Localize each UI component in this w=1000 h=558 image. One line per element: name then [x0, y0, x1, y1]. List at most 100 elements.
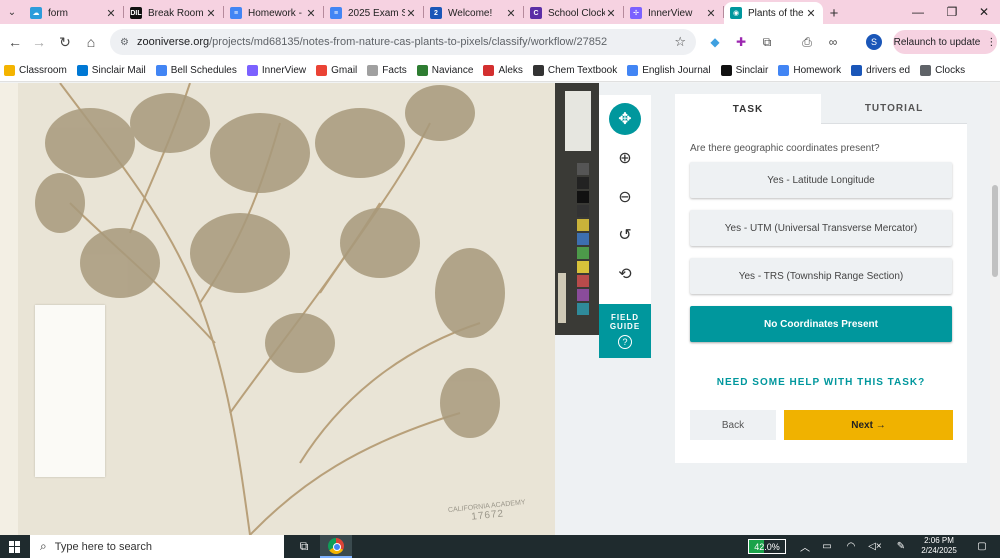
print-icon[interactable]: ⎙ [798, 33, 816, 51]
bookmark-item[interactable]: Naviance [416, 65, 473, 76]
tab-favicon-icon: ≡ [330, 7, 342, 19]
reload-icon[interactable]: ↻ [52, 29, 78, 55]
home-icon[interactable]: ⌂ [78, 29, 104, 55]
answer-trs-button[interactable]: Yes - TRS (Township Range Section) [690, 258, 952, 294]
extension-diamond-icon[interactable]: ◆ [706, 33, 724, 51]
scrollbar-thumb[interactable] [992, 185, 998, 277]
tab-search-chevron-icon[interactable]: ⌄ [0, 0, 24, 24]
task-view-icon[interactable]: ⧉ [288, 535, 320, 558]
tab-task[interactable]: TASK [675, 94, 821, 124]
tab-title: 2025 Exam S [348, 7, 405, 19]
tab-close-icon[interactable]: ✕ [605, 7, 617, 20]
back-button[interactable]: Back [690, 410, 776, 440]
bookmark-item[interactable]: Homework [778, 65, 841, 76]
bookmark-item[interactable]: Gmail [316, 65, 357, 76]
back-arrow-icon[interactable]: ← [2, 29, 28, 55]
bookmark-item[interactable]: drivers ed [851, 65, 910, 76]
forward-arrow-icon[interactable]: → [26, 29, 52, 55]
bookmark-label: Sinclair [735, 65, 769, 76]
task-help-link[interactable]: NEED SOME HELP WITH THIS TASK? [675, 377, 967, 388]
browser-tab[interactable]: ≡ Homework - ✕ [224, 2, 323, 24]
tab-favicon-icon: C [530, 7, 542, 19]
link-icon[interactable]: ∞ [824, 33, 842, 51]
bookmark-item[interactable]: Aleks [483, 65, 523, 76]
notifications-icon[interactable]: ▢ [970, 535, 994, 558]
tab-title: Plants of the [748, 7, 804, 19]
volume-icon[interactable]: ◁× [866, 535, 884, 558]
bookmark-label: Sinclair Mail [91, 65, 146, 76]
browser-tab[interactable]: DIL Break Room ✕ [124, 2, 223, 24]
bookmark-item[interactable]: Facts [367, 65, 407, 76]
url-text[interactable]: zooniverse.org/projects/md68135/notes-fr… [137, 36, 674, 48]
extensions-puzzle-icon[interactable]: ⧉ [758, 33, 776, 51]
bookmark-label: English Journal [642, 65, 711, 76]
page-scrollbar[interactable] [990, 83, 1000, 535]
relaunch-to-update-button[interactable]: Relaunch to update ⋮ [893, 30, 997, 54]
specimen-image[interactable]: CALIFORNIA ACADEMY 17672 [0, 83, 555, 535]
bookmark-favicon-icon [778, 65, 790, 76]
bookmark-star-icon[interactable]: ☆ [674, 34, 686, 50]
bookmark-favicon-icon [920, 65, 932, 76]
field-guide-button[interactable]: FIELD GUIDE ? [599, 304, 651, 358]
answer-no-coordinates-button[interactable]: No Coordinates Present [690, 306, 952, 342]
bookmark-item[interactable]: English Journal [627, 65, 711, 76]
bookmark-favicon-icon [532, 65, 544, 76]
bookmark-item[interactable]: InnerView [246, 65, 306, 76]
battery-indicator[interactable]: 42.0% [748, 539, 786, 554]
tab-close-icon[interactable]: ✕ [205, 7, 217, 20]
answer-utm-button[interactable]: Yes - UTM (Universal Transverse Mercator… [690, 210, 952, 246]
tab-close-icon[interactable]: ✕ [505, 7, 517, 20]
bookmark-favicon-icon [416, 65, 428, 76]
browser-tab[interactable]: ✢ InnerView ✕ [624, 2, 723, 24]
bookmark-favicon-icon [720, 65, 732, 76]
pen-icon[interactable]: ✎ [892, 535, 910, 558]
bookmark-item[interactable]: Chem Textbook [532, 65, 617, 76]
browser-tab[interactable]: ≡ 2025 Exam S ✕ [324, 2, 423, 24]
system-clock[interactable]: 2:06 PM 2/24/2025 [912, 536, 966, 556]
tab-close-icon[interactable]: ✕ [305, 7, 317, 20]
new-tab-button[interactable]: + [823, 2, 845, 24]
rotate-icon[interactable]: ↺ [609, 219, 641, 251]
bookmark-item[interactable]: Bell Schedules [155, 65, 237, 76]
browser-tab[interactable]: 2 Welcome! ✕ [424, 2, 523, 24]
zoom-in-icon[interactable]: ⊕ [609, 142, 641, 174]
bookmark-item[interactable]: Sinclair Mail [76, 65, 146, 76]
tab-close-icon[interactable]: ✕ [105, 7, 117, 20]
move-icon[interactable]: ✥ [609, 103, 641, 135]
swatch-black [577, 177, 589, 189]
wifi-icon[interactable]: ◠ [842, 535, 860, 558]
tab-title: Break Room [148, 7, 204, 19]
tab-title: School Clock [548, 7, 605, 19]
bookmark-item[interactable]: Clocks [920, 65, 965, 76]
tab-title: Homework - [248, 7, 302, 19]
bookmark-favicon-icon [246, 65, 258, 76]
bookmark-favicon-icon [4, 65, 15, 76]
tab-close-icon[interactable]: ✕ [705, 7, 717, 20]
close-window-icon[interactable]: ✕ [964, 0, 1000, 24]
color-calibration-strip [555, 83, 599, 335]
bookmark-label: Aleks [498, 65, 523, 76]
url-bar[interactable]: ⚙ zooniverse.org/projects/md68135/notes-… [110, 29, 696, 55]
zoom-out-icon[interactable]: ⊖ [609, 181, 641, 213]
chevron-up-icon[interactable]: ︿ [796, 535, 814, 558]
chrome-taskbar-icon[interactable] [320, 535, 352, 558]
next-button[interactable]: Next → [784, 410, 953, 440]
tab-close-icon[interactable]: ✕ [405, 7, 417, 20]
reset-icon[interactable]: ⟲ [609, 258, 641, 290]
site-info-icon[interactable]: ⚙ [120, 37, 129, 48]
extension-puzzle-color-icon[interactable]: ✚ [732, 33, 750, 51]
battery-icon[interactable]: ▭ [818, 535, 836, 558]
tab-favicon-icon: DIL [130, 7, 142, 19]
swatch-black [577, 191, 589, 203]
profile-avatar[interactable]: S [866, 34, 882, 50]
tab-close-icon[interactable]: ✕ [805, 7, 817, 20]
browser-tab[interactable]: ☁ form ✕ [24, 2, 123, 24]
bookmark-item[interactable]: Sinclair [720, 65, 769, 76]
taskbar-search-input[interactable]: ⌕ Type here to search [30, 535, 284, 558]
answer-lat-long-button[interactable]: Yes - Latitude Longitude [690, 162, 952, 198]
browser-tab[interactable]: C School Clock ✕ [524, 2, 623, 24]
windows-start-icon[interactable] [0, 535, 30, 558]
bookmark-item[interactable]: Classroom [4, 65, 67, 76]
tab-tutorial[interactable]: TUTORIAL [821, 94, 967, 124]
browser-tab[interactable]: ◉ Plants of the ✕ [724, 2, 823, 24]
